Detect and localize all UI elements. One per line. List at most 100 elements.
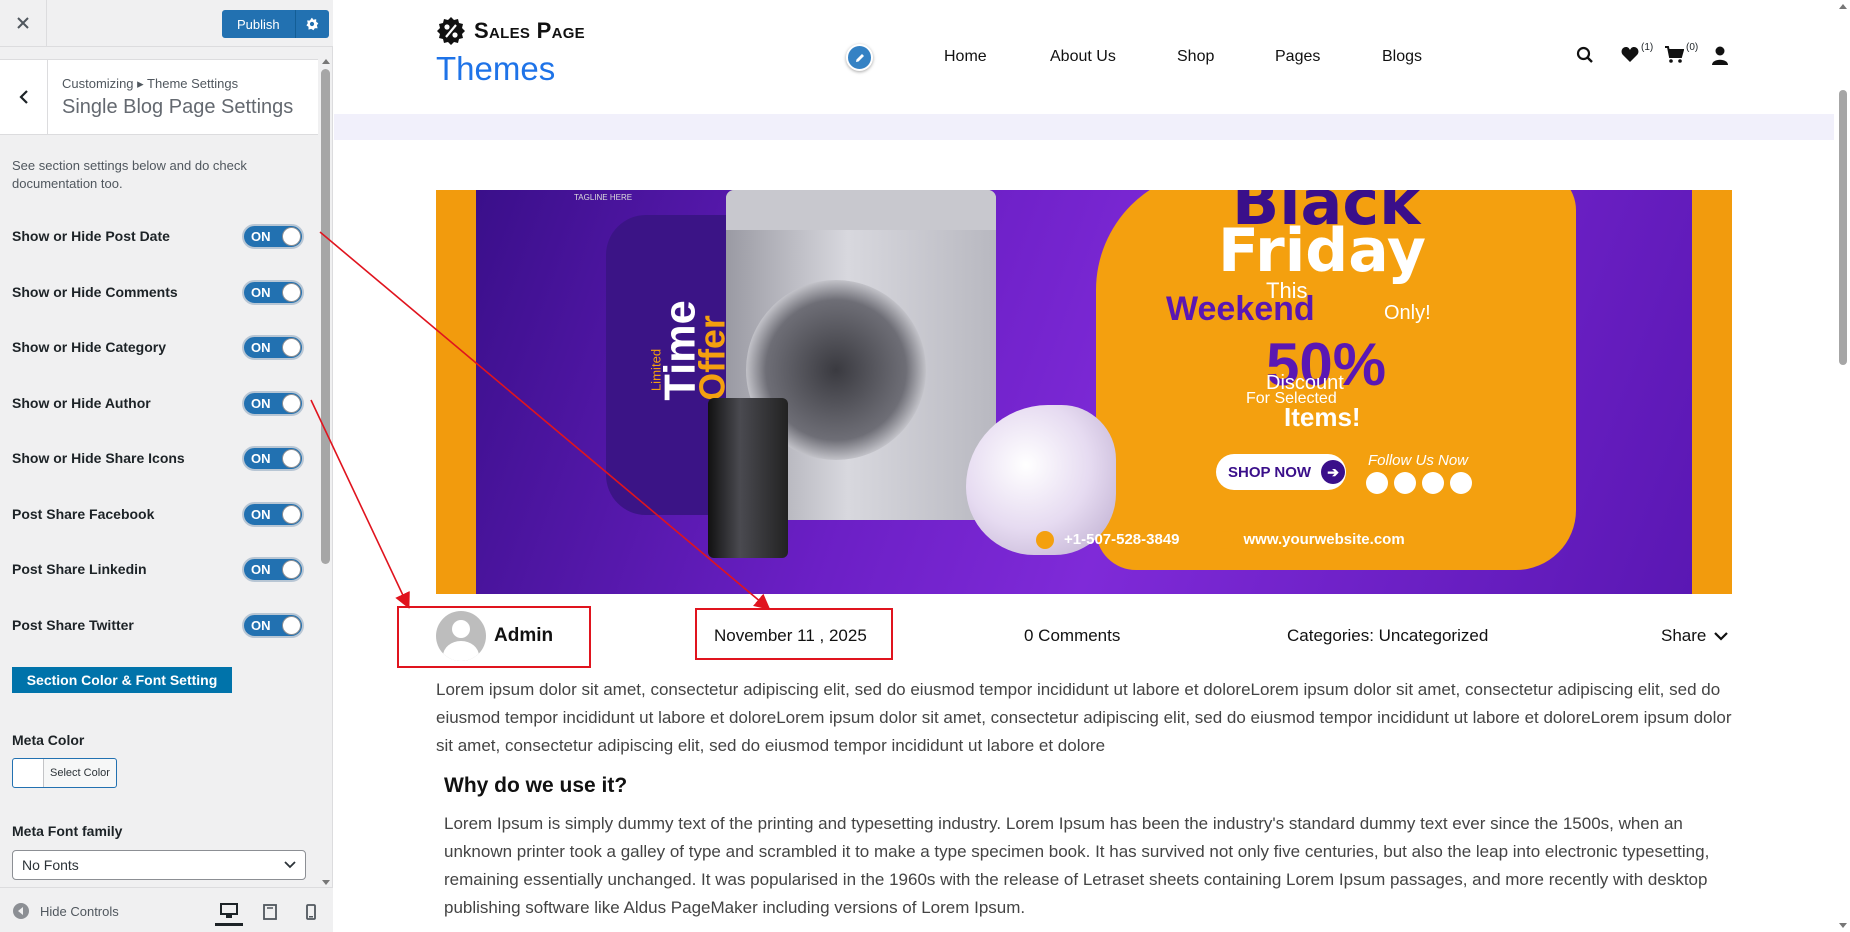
friday-text: Friday — [1218, 216, 1427, 286]
customizer-sidebar: Publish Customizing ▸ Theme Settings Sin… — [0, 0, 333, 932]
category-toggle[interactable]: ON — [242, 334, 304, 360]
toggle-label: Show or Hide Post Date — [12, 228, 170, 244]
nav-shop[interactable]: Shop — [1177, 48, 1214, 66]
banner-tagline: TAGLINE HERE — [574, 193, 633, 202]
toggle-label: Post Share Linkedin — [12, 561, 147, 577]
hide-controls-button[interactable]: Hide Controls — [12, 902, 119, 920]
toggle-label: Show or Hide Author — [12, 395, 151, 411]
cart-count: (0) — [1686, 42, 1699, 53]
nav-home[interactable]: Home — [944, 48, 987, 66]
comments-toggle[interactable]: ON — [242, 279, 304, 305]
close-icon[interactable] — [0, 0, 47, 46]
toggle-label: Show or Hide Comments — [12, 284, 178, 300]
select-color-label: Select Color — [50, 767, 110, 779]
toggle-label: Show or Hide Category — [12, 339, 167, 355]
web-icon — [1215, 531, 1234, 550]
search-icon[interactable] — [1576, 46, 1594, 69]
logo-subtitle[interactable]: Themes — [436, 50, 555, 88]
share-dropdown[interactable]: Share — [1661, 626, 1729, 646]
toggle-label: Post Share Twitter — [12, 617, 134, 633]
twitter-icon — [1394, 472, 1416, 494]
post-comments[interactable]: 0 Comments — [1024, 626, 1120, 646]
post-body-paragraph: Lorem Ipsum is simply dummy text of the … — [444, 814, 1710, 917]
contact-bar: +1-507-528-3849 www.yourwebsite.com — [1036, 520, 1556, 560]
toggle-row-comments: Show or Hide Comments ON — [12, 279, 304, 305]
post-heading: Why do we use it? — [444, 774, 628, 797]
nav-pages[interactable]: Pages — [1275, 48, 1320, 66]
cart-icon[interactable]: (0) — [1664, 42, 1698, 69]
tablet-preview-icon[interactable] — [256, 898, 284, 926]
customizer-footer: Hide Controls — [0, 887, 333, 932]
font-select-value: No Fonts — [22, 857, 79, 873]
wishlist-count: (1) — [1641, 42, 1654, 53]
breadcrumb: Customizing ▸ Theme Settings — [62, 76, 239, 91]
toggle-row-post-date: Show or Hide Post Date ON — [12, 223, 304, 249]
arrow-right-icon: ➔ — [1321, 460, 1346, 484]
edit-shortcut-pencil-icon[interactable] — [846, 44, 873, 71]
chevron-down-icon — [1714, 632, 1729, 641]
items-text: Items! — [1284, 402, 1361, 432]
desktop-preview-icon[interactable] — [215, 898, 243, 926]
publish-button[interactable]: Publish — [222, 10, 295, 38]
logo-title: Sales Page — [474, 18, 585, 43]
meta-font-label: Meta Font family — [12, 823, 123, 839]
preview-scrollbar[interactable] — [1835, 0, 1850, 932]
mobile-preview-icon[interactable] — [297, 898, 325, 926]
shop-now-label: SHOP NOW — [1228, 463, 1312, 481]
scrollbar-thumb[interactable] — [321, 69, 330, 564]
facebook-toggle[interactable]: ON — [242, 501, 304, 527]
post-date-toggle[interactable]: ON — [242, 223, 304, 249]
collapse-icon — [13, 903, 29, 919]
hide-controls-label: Hide Controls — [40, 903, 119, 919]
meta-color-label: Meta Color — [12, 732, 85, 748]
section-header: Customizing ▸ Theme Settings Single Blog… — [0, 59, 318, 135]
share-label: Share — [1661, 626, 1707, 645]
shop-now-badge: SHOP NOW ➔ — [1216, 454, 1346, 490]
phone-icon — [1036, 531, 1054, 550]
author-toggle[interactable]: ON — [242, 390, 304, 416]
user-account-icon[interactable] — [1712, 46, 1728, 70]
section-title: Single Blog Page Settings — [62, 96, 294, 118]
site-header: Sales Page Themes Home About Us Shop Pag… — [334, 0, 1834, 114]
nav-about-us[interactable]: About Us — [1050, 48, 1116, 66]
linkedin-toggle[interactable]: ON — [242, 556, 304, 582]
publish-group: Publish — [222, 10, 329, 38]
nav-blogs[interactable]: Blogs — [1382, 48, 1422, 66]
twitter-toggle[interactable]: ON — [242, 612, 304, 638]
chevron-down-icon — [284, 861, 296, 869]
annotation-box-date — [695, 608, 893, 660]
banner-background: TAGLINE HERE Limited Time Offer Black Fr… — [476, 190, 1692, 594]
social-icons — [1366, 472, 1472, 494]
customizer-header: Publish — [0, 0, 333, 47]
website-text: www.yourwebsite.com — [1243, 530, 1405, 548]
sidebar-scrollbar[interactable] — [320, 59, 331, 885]
wishlist-heart-icon[interactable]: (1) — [1621, 42, 1653, 68]
site-logo[interactable]: Sales Page — [436, 16, 585, 46]
publish-settings-gear-icon[interactable] — [294, 10, 329, 38]
percent-badge-icon — [437, 17, 465, 45]
coffee-maker-image — [708, 398, 788, 558]
back-chevron-icon[interactable] — [0, 60, 48, 134]
toggle-label: Show or Hide Share Icons — [12, 450, 185, 466]
toggle-label: Post Share Facebook — [12, 506, 155, 522]
toggle-row-share-icons: Show or Hide Share Icons ON — [12, 445, 304, 471]
instagram-icon — [1450, 472, 1472, 494]
toggle-row-author: Show or Hide Author ON — [12, 390, 304, 416]
post-categories[interactable]: Categories: Uncategorized — [1287, 626, 1488, 646]
weekend-text: Weekend — [1166, 290, 1315, 328]
color-swatch — [13, 759, 44, 787]
toggle-row-linkedin: Post Share Linkedin ON — [12, 556, 304, 582]
site-preview: Sales Page Themes Home About Us Shop Pag… — [334, 0, 1834, 932]
share-icons-toggle[interactable]: ON — [242, 445, 304, 471]
section-description: See section settings below and do check … — [12, 158, 247, 191]
header-band — [334, 114, 1834, 140]
preview-scrollbar-thumb[interactable] — [1839, 90, 1847, 365]
meta-color-picker[interactable]: Select Color — [12, 758, 117, 788]
meta-font-select[interactable]: No Fonts — [12, 850, 306, 880]
section-color-font-button[interactable]: Section Color & Font Setting — [12, 667, 232, 693]
post-intro-paragraph: Lorem ipsum dolor sit amet, consectetur … — [436, 680, 1732, 755]
featured-image-banner: TAGLINE HERE Limited Time Offer Black Fr… — [436, 190, 1732, 594]
annotation-box-author — [397, 606, 591, 668]
phone-text: +1-507-528-3849 — [1064, 530, 1180, 548]
toggle-row-facebook: Post Share Facebook ON — [12, 501, 304, 527]
